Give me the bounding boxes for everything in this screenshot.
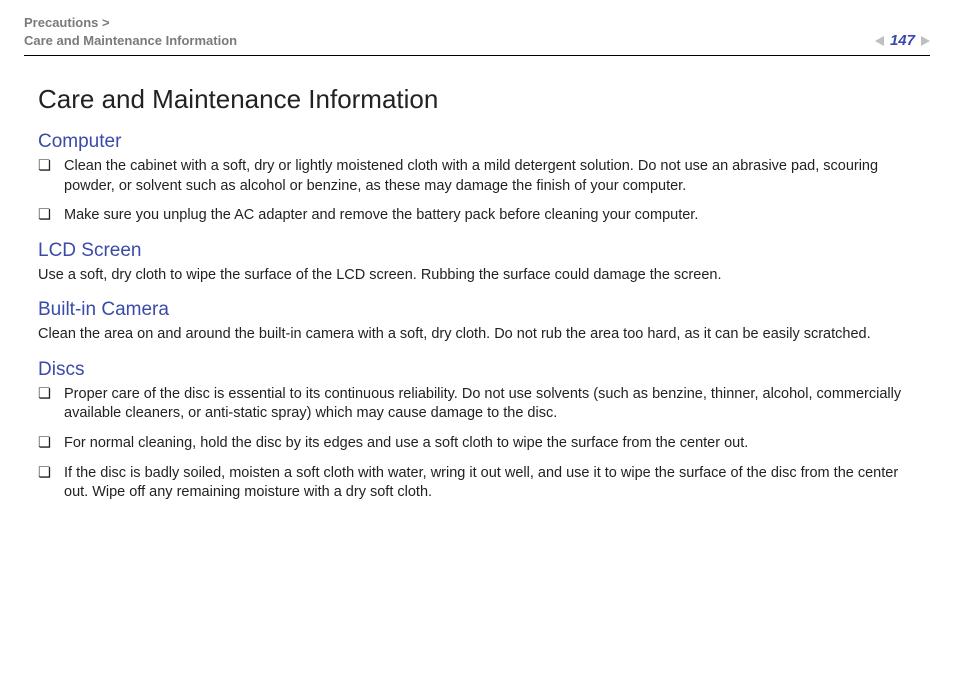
list-item: ❏ If the disc is badly soiled, moisten a… bbox=[38, 464, 916, 503]
breadcrumb: Precautions > Care and Maintenance Infor… bbox=[24, 14, 237, 49]
section-heading-camera: Built-in Camera bbox=[38, 299, 916, 321]
list-item: ❏ Make sure you unplug the AC adapter an… bbox=[38, 206, 916, 226]
bullet-icon: ❏ bbox=[38, 157, 52, 196]
list-item-text: Proper care of the disc is essential to … bbox=[64, 385, 916, 424]
page-number-nav: 147 bbox=[875, 32, 930, 49]
bullet-icon: ❏ bbox=[38, 206, 52, 226]
list-item-text: For normal cleaning, hold the disc by it… bbox=[64, 434, 748, 454]
page-number: 147 bbox=[890, 32, 915, 49]
list-item-text: If the disc is badly soiled, moisten a s… bbox=[64, 464, 916, 503]
list-item: ❏ For normal cleaning, hold the disc by … bbox=[38, 434, 916, 454]
list-item: ❏ Proper care of the disc is essential t… bbox=[38, 385, 916, 424]
section-heading-computer: Computer bbox=[38, 131, 916, 153]
page-title: Care and Maintenance Information bbox=[38, 84, 916, 115]
lcd-body: Use a soft, dry cloth to wipe the surfac… bbox=[38, 266, 916, 286]
prev-page-icon[interactable] bbox=[875, 36, 884, 46]
bullet-icon: ❏ bbox=[38, 464, 52, 503]
discs-list: ❏ Proper care of the disc is essential t… bbox=[38, 385, 916, 503]
bullet-icon: ❏ bbox=[38, 385, 52, 424]
content-area: Care and Maintenance Information Compute… bbox=[24, 56, 930, 503]
section-heading-lcd: LCD Screen bbox=[38, 240, 916, 262]
camera-body: Clean the area on and around the built-i… bbox=[38, 325, 916, 345]
bullet-icon: ❏ bbox=[38, 434, 52, 454]
breadcrumb-bottom: Care and Maintenance Information bbox=[24, 32, 237, 50]
list-item-text: Make sure you unplug the AC adapter and … bbox=[64, 206, 698, 226]
computer-list: ❏ Clean the cabinet with a soft, dry or … bbox=[38, 157, 916, 226]
section-heading-discs: Discs bbox=[38, 359, 916, 381]
page-header: Precautions > Care and Maintenance Infor… bbox=[24, 14, 930, 56]
list-item: ❏ Clean the cabinet with a soft, dry or … bbox=[38, 157, 916, 196]
breadcrumb-top: Precautions > bbox=[24, 14, 237, 32]
list-item-text: Clean the cabinet with a soft, dry or li… bbox=[64, 157, 916, 196]
next-page-icon[interactable] bbox=[921, 36, 930, 46]
